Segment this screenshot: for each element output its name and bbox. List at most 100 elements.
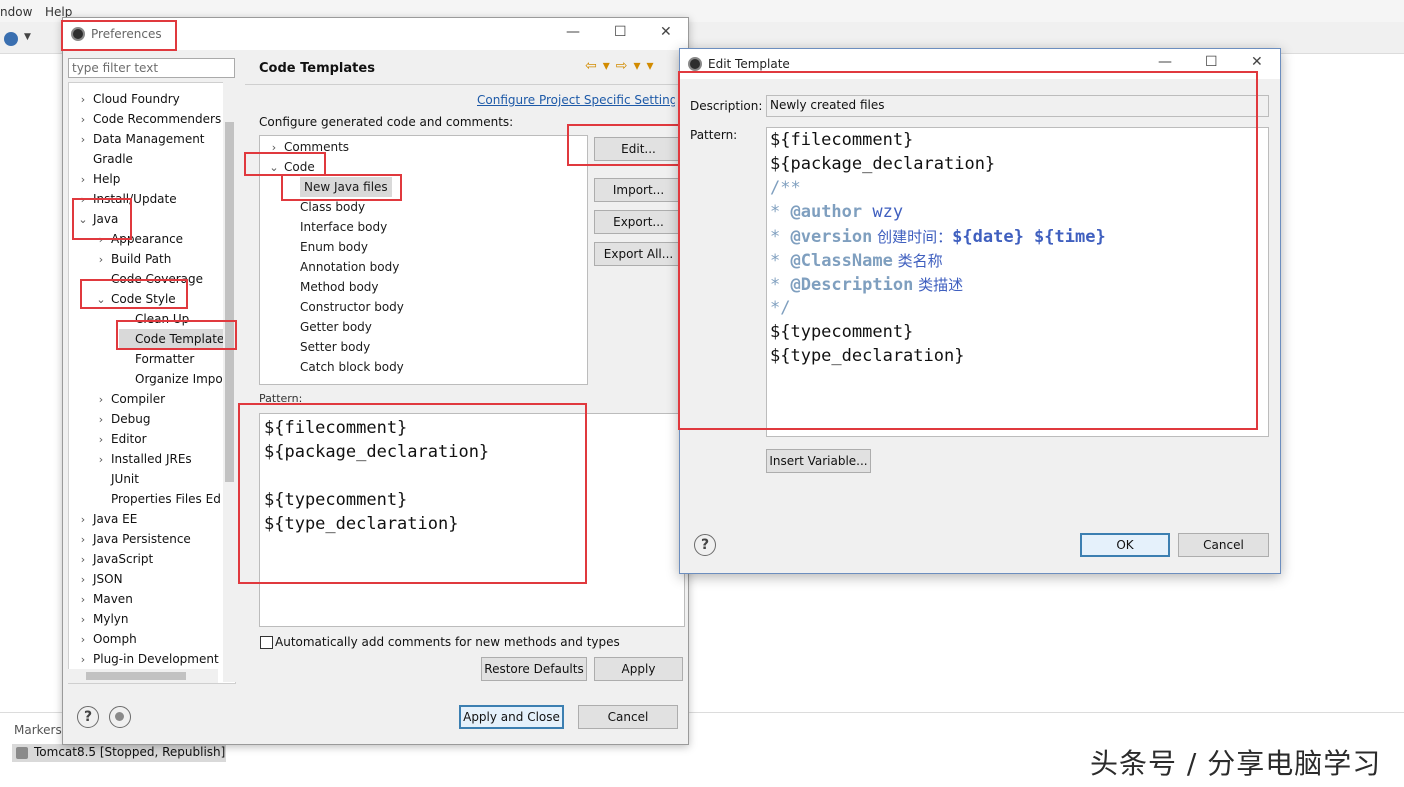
template-item[interactable]: ⌄ Code — [268, 157, 314, 178]
chevron-right-icon[interactable]: › — [95, 230, 107, 250]
chevron-right-icon[interactable]: › — [268, 138, 280, 158]
chevron-down-icon[interactable]: ⌄ — [95, 290, 107, 310]
tree-scroll-thumb[interactable] — [225, 122, 234, 482]
help-icon[interactable]: ? — [77, 706, 99, 728]
toolbar-icon[interactable] — [4, 32, 18, 46]
template-item[interactable]: › Comments — [268, 137, 349, 157]
chevron-right-icon[interactable]: › — [77, 550, 89, 570]
record-icon[interactable] — [109, 706, 131, 728]
export-button[interactable]: Export... — [594, 210, 683, 234]
template-item[interactable]: Enum body — [300, 237, 368, 257]
chevron-right-icon[interactable]: › — [77, 590, 89, 610]
template-item[interactable]: New Java files — [300, 177, 392, 197]
tree-item[interactable]: ⌄ Code Style — [95, 289, 175, 310]
chevron-right-icon[interactable]: › — [95, 390, 107, 410]
chevron-right-icon[interactable]: › — [95, 410, 107, 430]
tree-scrollbar-v[interactable] — [223, 82, 236, 682]
template-item[interactable]: Method body — [300, 277, 379, 297]
tree-item[interactable]: › Java EE — [77, 509, 138, 530]
tree-item[interactable]: › Oomph — [77, 629, 137, 649]
tree-item[interactable]: › Editor — [95, 429, 147, 449]
apply-button[interactable]: Apply — [594, 657, 683, 681]
chevron-down-icon[interactable]: ⌄ — [77, 210, 89, 230]
tree-item[interactable]: Code Coverage — [95, 269, 203, 289]
tree-item[interactable]: › Data Management — [77, 129, 205, 149]
chevron-right-icon[interactable]: › — [77, 570, 89, 590]
chevron-right-icon[interactable]: › — [77, 90, 89, 110]
edit-button[interactable]: Edit... — [594, 137, 683, 161]
preferences-tree[interactable]: › Cloud Foundry › Code Recommenders › Data Ma… — [68, 82, 236, 684]
template-item[interactable]: Catch block body — [300, 357, 404, 377]
server-entry[interactable]: Tomcat8.5 [Stopped, Republish] — [12, 744, 226, 762]
nav-arrows[interactable]: ⇦▾⇨▾▾ — [585, 58, 660, 74]
menu-window[interactable]: ndow — [0, 5, 32, 19]
template-item[interactable]: Annotation body — [300, 257, 399, 277]
tree-item[interactable]: › Help — [77, 169, 121, 190]
tree-item[interactable]: › Cloud Foundry — [77, 89, 180, 109]
chevron-right-icon[interactable]: › — [77, 510, 89, 530]
tree-item[interactable]: › Mylyn — [77, 609, 129, 629]
tree-item[interactable]: Clean Up — [119, 309, 189, 329]
minimize-icon[interactable]: — — [566, 24, 580, 40]
template-item[interactable]: Interface body — [300, 217, 387, 237]
chevron-right-icon[interactable]: › — [77, 170, 89, 190]
tree-scrollbar-h[interactable] — [68, 669, 218, 683]
chevron-right-icon[interactable]: › — [77, 610, 89, 630]
template-item[interactable]: Setter body — [300, 337, 370, 357]
minimize-icon[interactable]: — — [1158, 54, 1172, 70]
tree-item[interactable]: JUnit — [95, 469, 139, 489]
tree-item[interactable]: Properties Files Ed — [95, 489, 221, 509]
pattern-editor[interactable]: ${filecomment} ${package_declaration} /*… — [766, 127, 1269, 437]
filter-input[interactable] — [68, 58, 235, 78]
tree-item[interactable]: › Maven — [77, 589, 133, 609]
chevron-right-icon[interactable]: › — [77, 530, 89, 550]
chevron-right-icon[interactable]: › — [95, 450, 107, 470]
maximize-icon[interactable]: ☐ — [1205, 54, 1218, 70]
auto-comments-checkbox[interactable] — [260, 636, 273, 649]
dropdown-icon[interactable]: ▼ — [24, 32, 31, 42]
tree-item[interactable]: › Compiler — [95, 389, 165, 409]
tree-item[interactable]: Organize Impo — [119, 369, 223, 389]
tree-hscroll-thumb[interactable] — [86, 672, 186, 680]
tree-item[interactable]: › Appearance — [95, 229, 183, 249]
tree-item[interactable]: Formatter — [119, 349, 194, 369]
apply-and-close-button[interactable]: Apply and Close — [459, 705, 564, 729]
ok-button[interactable]: OK — [1080, 533, 1170, 557]
tree-item[interactable]: › JavaScript — [77, 549, 153, 569]
pattern-preview[interactable]: ${filecomment} ${package_declaration} ${… — [259, 413, 685, 627]
cancel-button[interactable]: Cancel — [1178, 533, 1269, 557]
chevron-right-icon[interactable]: › — [95, 250, 107, 270]
tree-item[interactable]: › JSON — [77, 569, 123, 589]
maximize-icon[interactable]: ☐ — [614, 24, 627, 40]
tree-item[interactable]: › Plug-in Development — [77, 649, 219, 669]
tree-item[interactable]: Code Template — [119, 329, 229, 349]
tree-item[interactable]: › Installed JREs — [95, 449, 192, 469]
cancel-button[interactable]: Cancel — [578, 705, 678, 729]
templates-tree[interactable]: › Comments ⌄ Code New Java files Class body In… — [259, 135, 588, 385]
tree-item[interactable]: › Debug — [95, 409, 151, 430]
chevron-down-icon[interactable]: ⌄ — [268, 158, 280, 178]
export-all-button[interactable]: Export All... — [594, 242, 683, 266]
close-icon[interactable]: ✕ — [1251, 54, 1263, 70]
chevron-right-icon[interactable]: › — [77, 130, 89, 150]
chevron-right-icon[interactable]: › — [77, 110, 89, 130]
help-icon[interactable]: ? — [694, 534, 716, 556]
tree-item[interactable]: ⌄ Java — [77, 209, 118, 229]
tree-item[interactable]: › Build Path — [95, 249, 172, 270]
chevron-right-icon[interactable]: › — [77, 190, 89, 210]
close-icon[interactable]: ✕ — [660, 24, 672, 40]
chevron-right-icon[interactable]: › — [77, 650, 89, 670]
import-button[interactable]: Import... — [594, 178, 683, 202]
chevron-right-icon[interactable]: › — [77, 630, 89, 650]
template-item[interactable]: Getter body — [300, 317, 372, 337]
configure-project-link[interactable]: Configure Project Specific Settings... — [477, 93, 675, 107]
markers-tab[interactable]: Markers — [14, 723, 62, 737]
description-field[interactable]: Newly created files — [766, 95, 1269, 117]
template-item[interactable]: Class body — [300, 197, 365, 217]
tree-item[interactable]: Gradle — [77, 149, 133, 169]
restore-defaults-button[interactable]: Restore Defaults — [481, 657, 587, 681]
tree-item[interactable]: › Java Persistence — [77, 529, 191, 549]
tree-item[interactable]: › Install/Update — [77, 189, 177, 209]
template-item[interactable]: Constructor body — [300, 297, 404, 317]
chevron-right-icon[interactable]: › — [95, 430, 107, 450]
